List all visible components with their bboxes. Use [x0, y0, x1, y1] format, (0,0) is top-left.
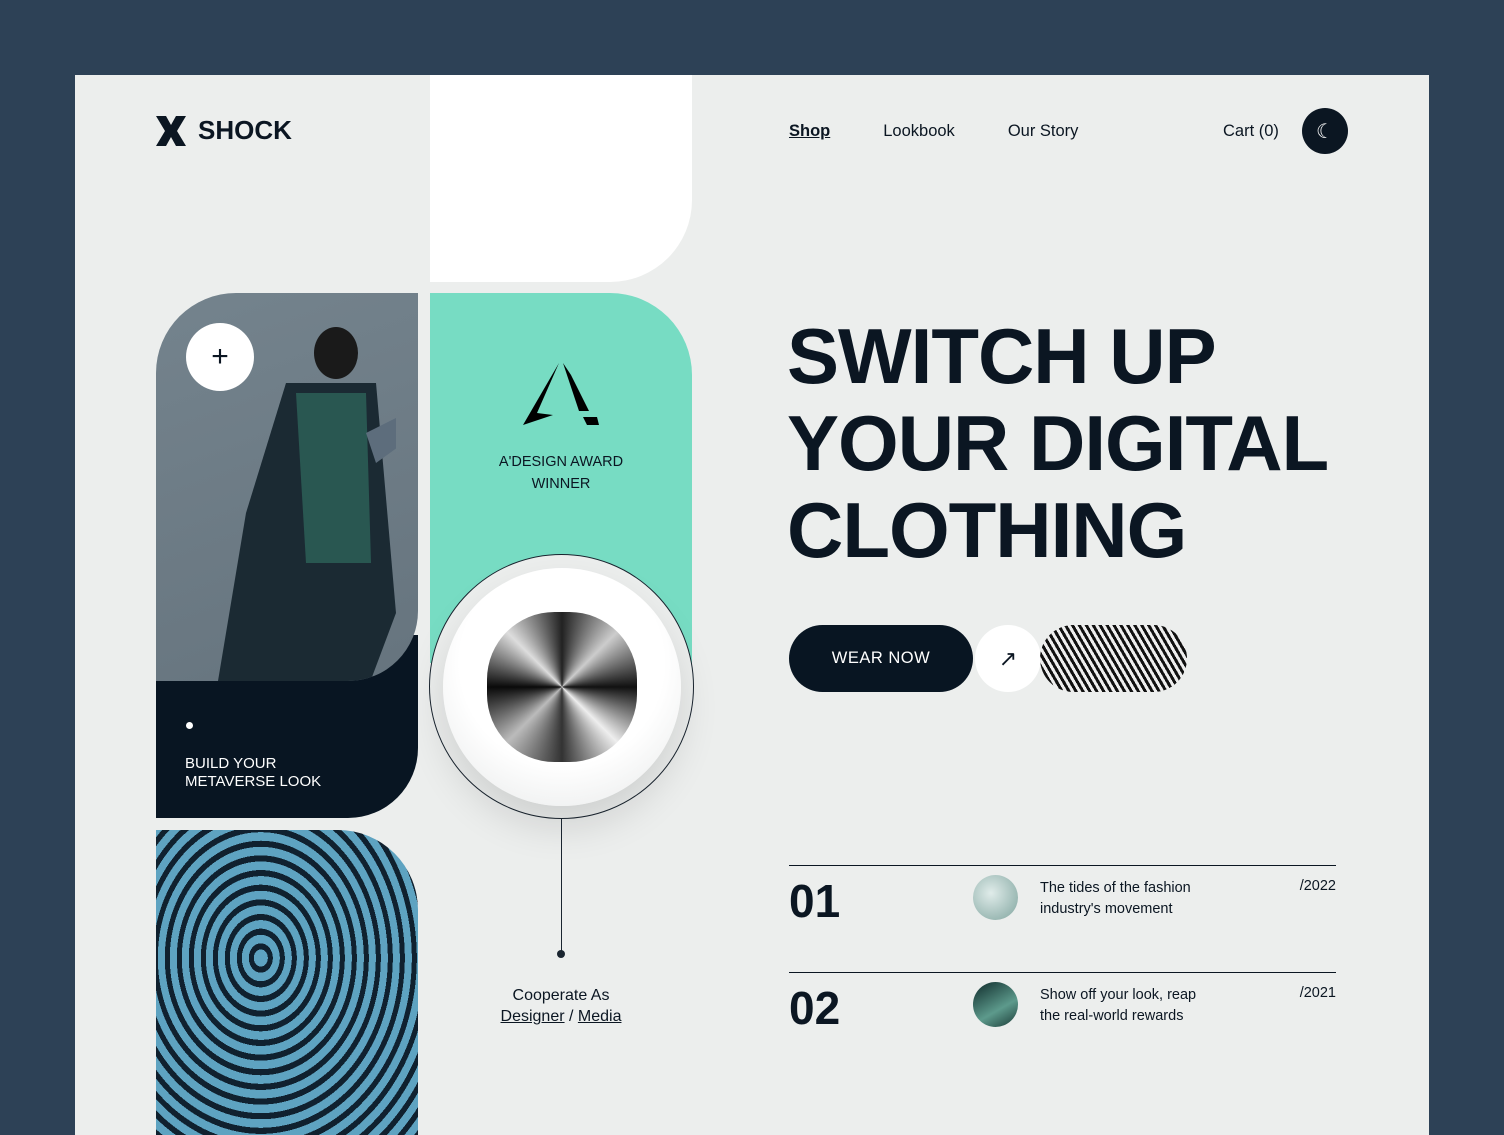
award-line1: A'DESIGN AWARD — [498, 454, 624, 470]
headline-line2: YOUR DIGITAL — [787, 399, 1329, 487]
product-circle[interactable] — [429, 554, 694, 819]
row-year: /2022 — [1299, 878, 1336, 894]
promo-line1: BUILD YOUR — [185, 755, 277, 772]
row-text-line2: industry's movement — [1040, 901, 1173, 917]
plus-icon: + — [211, 340, 229, 373]
cooperate-label: Cooperate As — [512, 987, 610, 1004]
headline-line3: CLOTHING — [787, 486, 1187, 574]
list-item[interactable]: 02 Show off your look, reap the real-worl… — [789, 972, 1336, 1072]
white-block — [430, 75, 692, 282]
main-nav: Shop Lookbook Our Story — [789, 122, 1078, 141]
media-link[interactable]: Media — [578, 1008, 622, 1025]
nav-lookbook[interactable]: Lookbook — [883, 122, 955, 141]
designer-link[interactable]: Designer — [501, 1008, 565, 1025]
model-photo: + — [156, 293, 418, 681]
row-number: 01 — [789, 875, 841, 927]
adesign-award-icon — [523, 363, 599, 425]
cooperate-section: Cooperate As Designer / Media — [455, 985, 667, 1027]
moon-icon: ☾ — [1316, 120, 1334, 143]
hero-headline: SWITCH UP YOUR DIGITAL CLOTHING — [787, 312, 1329, 574]
row-year: /2021 — [1299, 985, 1336, 1001]
list-item[interactable]: 01 The tides of the fashion industry's mo… — [789, 865, 1336, 965]
arrow-button[interactable]: ↗ — [975, 625, 1041, 692]
texture-image — [1040, 625, 1187, 692]
chrome-sculpture-image — [486, 611, 637, 762]
zebra-pattern-image — [156, 830, 418, 1135]
row-text-line1: The tides of the fashion — [1040, 880, 1191, 896]
headline-line1: SWITCH UP — [787, 312, 1217, 400]
award-line2: WINNER — [531, 476, 591, 492]
connector-dot — [557, 950, 565, 958]
row-text-line1: Show off your look, reap — [1040, 987, 1197, 1003]
row-thumbnail — [973, 982, 1018, 1027]
row-thumbnail — [973, 875, 1018, 920]
dot-icon — [186, 722, 193, 729]
row-text-line2: the real-world rewards — [1040, 1008, 1184, 1024]
connector-line — [561, 819, 562, 954]
add-button[interactable]: + — [186, 323, 254, 391]
row-number: 02 — [789, 982, 841, 1034]
nav-shop[interactable]: Shop — [789, 122, 830, 141]
separator: / — [564, 1008, 578, 1025]
page: SHOCK BUILD YOUR METAVERSE LOOK + A'DESIG… — [75, 75, 1429, 1135]
nav-our-story[interactable]: Our Story — [1008, 122, 1079, 141]
cart-link[interactable]: Cart (0) — [1223, 122, 1279, 141]
wear-now-button[interactable]: WEAR NOW — [789, 625, 973, 692]
arrow-up-right-icon: ↗ — [998, 645, 1018, 671]
brand-name: SHOCK — [198, 115, 292, 145]
promo-line2: METAVERSE LOOK — [185, 773, 322, 790]
brand-logo[interactable]: SHOCK — [156, 115, 292, 146]
theme-toggle-button[interactable]: ☾ — [1302, 108, 1348, 154]
x-logo-icon — [156, 115, 186, 146]
